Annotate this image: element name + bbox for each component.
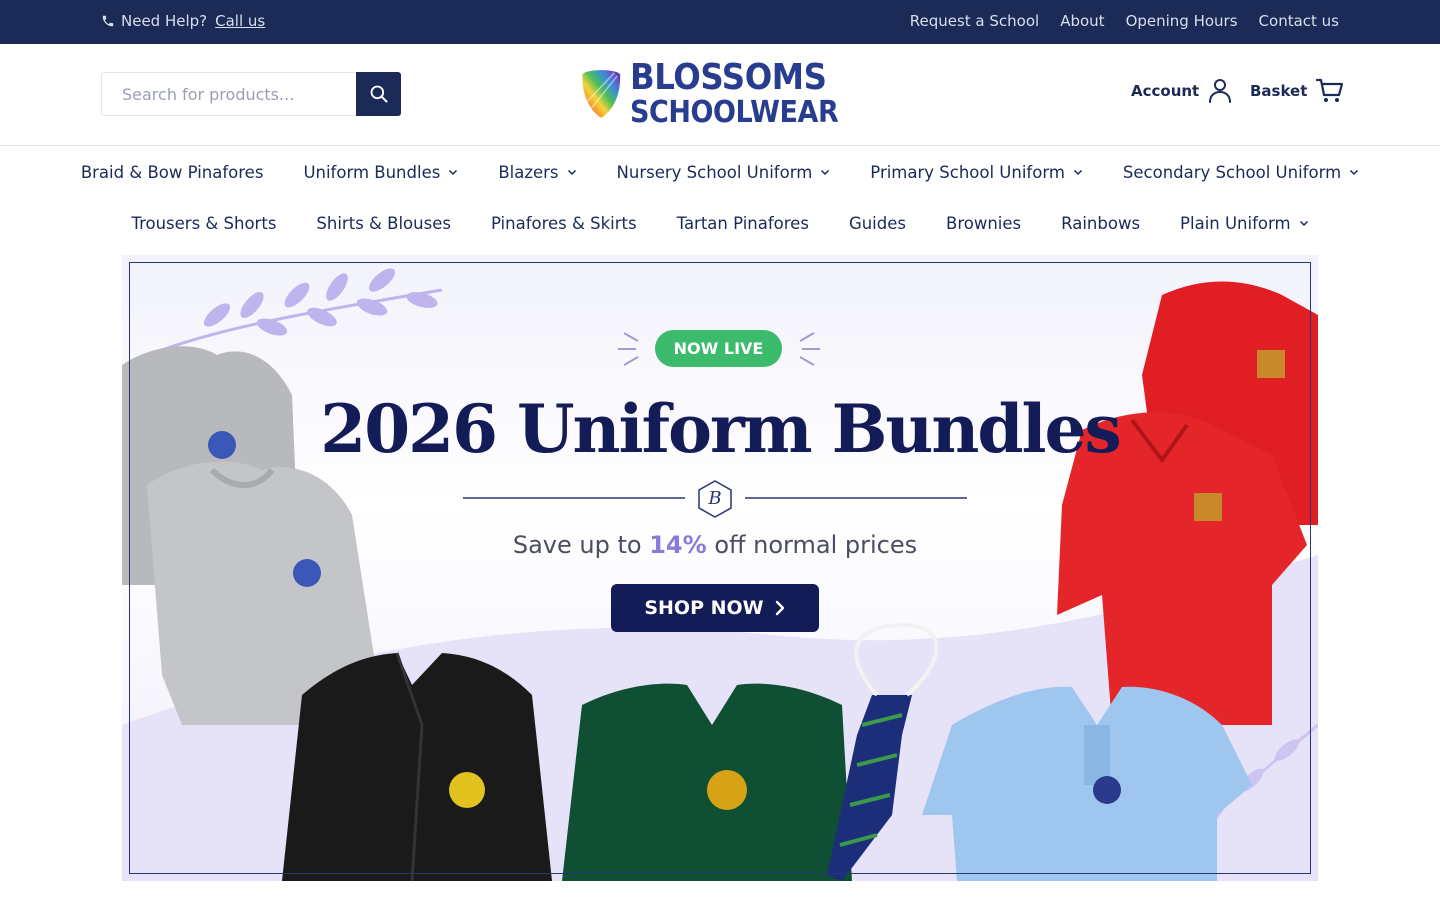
blue-polo-image	[922, 686, 1252, 881]
chevron-down-icon	[1299, 220, 1308, 227]
nav-blazers[interactable]: Blazers	[498, 158, 576, 186]
nav-nursery-school-uniform[interactable]: Nursery School Uniform	[617, 158, 831, 186]
logo-line-1: BLOSSOMS	[629, 57, 827, 98]
main-nav-row-1: Braid & Bow Pinafores Uniform Bundles Bl…	[0, 158, 1440, 186]
nav-label: Primary School Uniform	[870, 162, 1065, 182]
banner-subtitle: Save up to 14% off normal prices	[122, 531, 1308, 559]
shop-now-label: SHOP NOW	[644, 597, 764, 619]
leaf-branch-icon	[161, 268, 443, 352]
nav-label: Braid & Bow Pinafores	[80, 162, 264, 182]
search-button[interactable]	[356, 72, 401, 116]
subtitle-post: off normal prices	[714, 531, 918, 559]
about-link[interactable]: About	[1060, 12, 1104, 30]
call-us-link[interactable]: Call us	[215, 12, 265, 30]
banner-title: 2026 Uniform Bundles	[320, 390, 1121, 468]
chevron-right-icon	[775, 600, 784, 616]
basket-label: Basket	[1250, 82, 1308, 100]
hero-banner[interactable]: B NOW LIVE 2026 Uniform Bundles Save up …	[122, 255, 1318, 881]
nav-braid-bow-pinafores[interactable]: Braid & Bow Pinafores	[81, 158, 264, 186]
search-bar	[101, 72, 401, 116]
user-icon	[1209, 79, 1232, 103]
nav-label: Nursery School Uniform	[616, 162, 813, 182]
cart-icon	[1316, 78, 1344, 102]
nav-secondary-school-uniform[interactable]: Secondary School Uniform	[1123, 158, 1359, 186]
nav-tartan-pinafores[interactable]: Tartan Pinafores	[677, 209, 809, 237]
chevron-down-icon	[449, 169, 458, 176]
nav-shirts-blouses[interactable]: Shirts & Blouses	[316, 209, 451, 237]
subtitle-pre: Save up to	[512, 531, 642, 559]
nav-label: Secondary School Uniform	[1122, 162, 1342, 182]
nav-rainbows[interactable]: Rainbows	[1061, 209, 1140, 237]
nav-label: Shirts & Blouses	[316, 213, 451, 233]
nav-label: Uniform Bundles	[303, 162, 441, 182]
nav-guides[interactable]: Guides	[849, 209, 906, 237]
account-button[interactable]: Account	[1131, 78, 1232, 104]
logo-line-2: SCHOOLWEAR	[629, 95, 839, 130]
opening-hours-link[interactable]: Opening Hours	[1126, 12, 1238, 30]
nav-label: Guides	[848, 213, 906, 233]
nav-label: Blazers	[498, 162, 559, 182]
site-logo[interactable]: BLOSSOMS SCHOOLWEAR	[581, 58, 861, 130]
nav-label: Brownies	[946, 213, 1022, 233]
nav-brownies[interactable]: Brownies	[946, 209, 1021, 237]
logo-text: BLOSSOMS SCHOOLWEAR	[630, 60, 861, 128]
help-section: Need Help? Call us	[101, 12, 265, 30]
now-live-badge: NOW LIVE	[655, 330, 782, 367]
nav-primary-school-uniform[interactable]: Primary School Uniform	[870, 158, 1083, 186]
subtitle-percent: 14%	[649, 531, 707, 559]
rainbow-shield-icon	[582, 70, 621, 118]
nav-label: Tartan Pinafores	[676, 213, 809, 233]
nav-label: Rainbows	[1061, 213, 1141, 233]
phone-icon	[102, 15, 114, 27]
nav-uniform-bundles[interactable]: Uniform Bundles	[303, 158, 458, 186]
monogram-letter: B	[708, 488, 722, 509]
contact-us-link[interactable]: Contact us	[1259, 12, 1339, 30]
black-blazer-image	[282, 652, 552, 881]
help-text: Need Help?	[121, 12, 208, 30]
account-label: Account	[1131, 82, 1200, 100]
basket-button[interactable]: Basket	[1250, 78, 1344, 104]
nav-trousers-shorts[interactable]: Trousers & Shorts	[131, 209, 276, 237]
nav-label: Trousers & Shorts	[131, 213, 277, 233]
top-links: Request a School About Opening Hours Con…	[910, 12, 1339, 30]
top-bar: Need Help? Call us Request a School Abou…	[0, 0, 1440, 44]
shop-now-button[interactable]: SHOP NOW	[611, 584, 819, 632]
main-nav-row-2: Trousers & Shorts Shirts & Blouses Pinaf…	[0, 209, 1440, 237]
chevron-down-icon	[1350, 169, 1359, 176]
chevron-down-icon	[1073, 169, 1082, 176]
chevron-down-icon	[567, 169, 576, 176]
nav-label: Plain Uniform	[1180, 213, 1291, 233]
search-input[interactable]	[101, 72, 356, 116]
nav-plain-uniform[interactable]: Plain Uniform	[1180, 209, 1309, 237]
nav-pinafores-skirts[interactable]: Pinafores & Skirts	[491, 209, 637, 237]
request-school-link[interactable]: Request a School	[910, 12, 1039, 30]
nav-label: Pinafores & Skirts	[490, 213, 637, 233]
search-icon	[370, 85, 387, 103]
site-header: BLOSSOMS SCHOOLWEAR Account Basket	[0, 44, 1440, 146]
chevron-down-icon	[821, 169, 830, 176]
